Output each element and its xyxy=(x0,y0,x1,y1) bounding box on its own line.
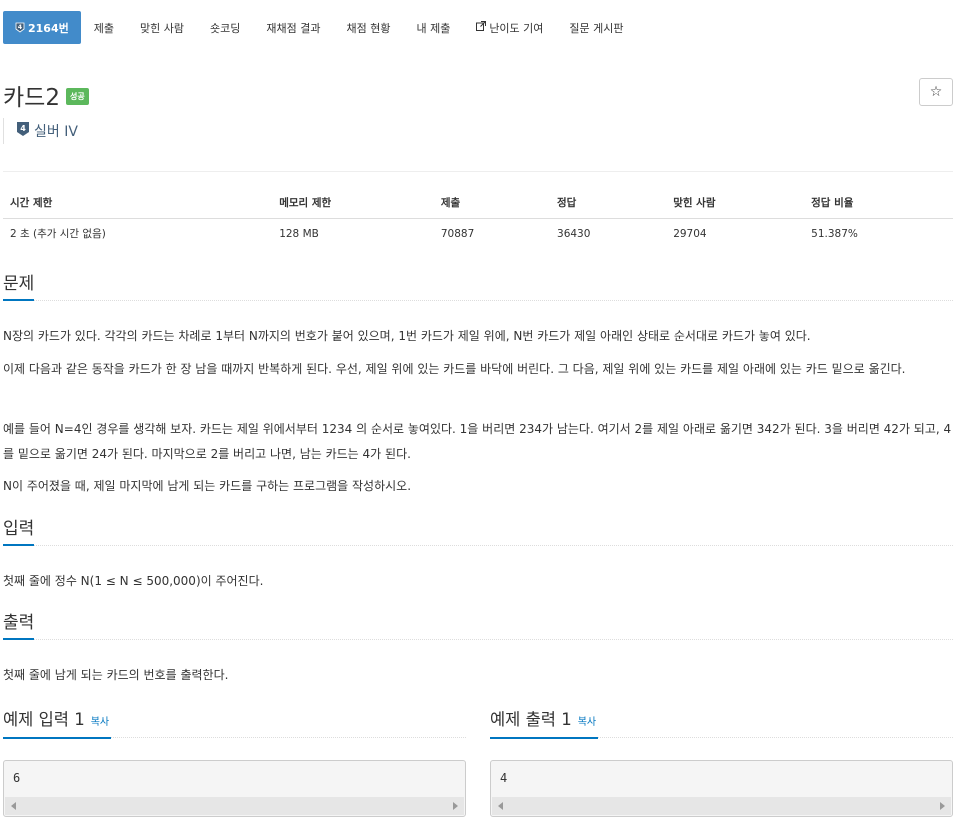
sample-input-heading: 예제 입력 1 복사 xyxy=(3,708,112,739)
input-section-header: 입력 xyxy=(3,518,953,546)
description-section-header: 문제 xyxy=(3,273,953,301)
sample-input-box[interactable]: 6 xyxy=(3,760,466,817)
tier-silver-icon: 4 xyxy=(16,121,30,141)
tab-solved-users-label: 맞힌 사람 xyxy=(140,21,184,35)
tab-rejudge-results-label: 재채점 결과 xyxy=(266,21,321,35)
tab-my-submissions[interactable]: 내 제출 xyxy=(403,11,463,44)
output-description: 첫째 줄에 남게 되는 카드의 번호를 출력한다. xyxy=(3,668,229,682)
svg-text:4: 4 xyxy=(18,24,22,31)
output-title: 출력 xyxy=(3,612,35,640)
problem-info-table: 시간 제한 메모리 제한 제출 정답 맞힌 사람 정답 비율 2 초 (추가 시… xyxy=(3,188,953,249)
problem-nav-tabs: 4 2164번 제출 맞힌 사람 숏코딩 재채점 결과 채점 현황 내 제출 난… xyxy=(3,11,637,44)
tab-difficulty-contribution[interactable]: 난이도 기여 xyxy=(463,11,556,44)
tier-indicator: 4 실버 IV xyxy=(3,118,78,144)
tab-question-board[interactable]: 질문 게시판 xyxy=(556,11,636,44)
sample-output-panel: 예제 출력 1 복사 4 xyxy=(490,708,953,817)
tab-submit[interactable]: 제출 xyxy=(81,11,127,44)
tab-short-coding[interactable]: 숏코딩 xyxy=(197,11,253,44)
table-header-row: 시간 제한 메모리 제한 제출 정답 맞힌 사람 정답 비율 xyxy=(3,188,953,219)
description-paragraph: 이제 다음과 같은 동작을 카드가 한 장 남을 때까지 반복하게 된다. 우선… xyxy=(3,362,906,376)
scroll-left-icon[interactable] xyxy=(11,802,16,810)
copy-sample-output-button[interactable]: 복사 xyxy=(578,717,596,728)
header-accept-ratio: 정답 비율 xyxy=(804,188,953,219)
cell-accepted: 36430 xyxy=(557,227,591,240)
scroll-left-icon[interactable] xyxy=(498,802,503,810)
tab-question-board-label: 질문 게시판 xyxy=(569,21,624,35)
header-solved-users: 맞힌 사람 xyxy=(666,188,805,219)
scroll-right-icon[interactable] xyxy=(940,802,945,810)
cell-solved-users: 29704 xyxy=(673,227,707,240)
tab-difficulty-contribution-label: 난이도 기여 xyxy=(489,21,544,35)
cell-time-limit: 2 초 (추가 시간 없음) xyxy=(10,228,106,241)
tier-badge-icon: 4 xyxy=(15,22,25,33)
cell-submissions: 70887 xyxy=(440,227,475,240)
tab-judge-status-label: 채점 현황 xyxy=(346,21,391,35)
sample-output-value: 4 xyxy=(500,771,508,785)
sample-output-header: 예제 출력 1 복사 xyxy=(490,708,953,739)
cell-memory-limit: 128 MB xyxy=(279,227,319,240)
status-badge: 성공 xyxy=(65,87,89,105)
tab-problem-label: 2164번 xyxy=(28,21,69,35)
divider xyxy=(3,171,953,172)
sample-output-box[interactable]: 4 xyxy=(490,760,953,817)
header-time-limit: 시간 제한 xyxy=(3,188,273,219)
external-link-icon xyxy=(476,21,487,34)
input-description: 첫째 줄에 정수 N(1 ≤ N ≤ 500,000)이 주어진다. xyxy=(3,574,264,588)
tab-submit-label: 제출 xyxy=(93,21,114,35)
description-paragraph: 예를 들어 N=4인 경우를 생각해 보자. 카드는 제일 위에서부터 1234… xyxy=(3,422,952,461)
description-paragraph: N이 주어졌을 때, 제일 마지막에 남게 되는 카드를 구하는 프로그램을 작… xyxy=(3,479,412,493)
sample-input-panel: 예제 입력 1 복사 6 xyxy=(3,708,466,817)
star-icon: ☆ xyxy=(929,84,943,100)
tier-label: 실버 IV xyxy=(34,124,78,140)
problem-title-row: 카드2 성공 xyxy=(3,78,89,112)
problem-title: 카드2 xyxy=(3,85,60,111)
description-paragraph: N장의 카드가 있다. 각각의 카드는 차례로 1부터 N까지의 번호가 붙어 … xyxy=(3,329,811,343)
output-section-header: 출력 xyxy=(3,612,953,640)
table-row: 2 초 (추가 시간 없음) 128 MB 70887 36430 29704 … xyxy=(3,218,953,249)
input-title: 입력 xyxy=(3,518,35,546)
tier-number: 4 xyxy=(20,124,26,133)
sample-output-heading: 예제 출력 1 복사 xyxy=(490,708,599,739)
cell-accept-ratio: 51.387% xyxy=(811,227,858,240)
tab-solved-users[interactable]: 맞힌 사람 xyxy=(127,11,197,44)
header-submissions: 제출 xyxy=(433,188,551,219)
horizontal-scrollbar[interactable] xyxy=(5,797,464,815)
sample-input-header: 예제 입력 1 복사 xyxy=(3,708,466,739)
description-title: 문제 xyxy=(3,273,35,301)
header-accepted: 정답 xyxy=(550,188,667,219)
header-memory-limit: 메모리 제한 xyxy=(272,188,434,219)
copy-sample-input-button[interactable]: 복사 xyxy=(91,717,109,728)
sample-output-title: 예제 출력 1 xyxy=(490,710,572,729)
scroll-right-icon[interactable] xyxy=(453,802,458,810)
tab-problem[interactable]: 4 2164번 xyxy=(3,11,81,44)
star-button[interactable]: ☆ xyxy=(919,78,953,106)
horizontal-scrollbar[interactable] xyxy=(492,797,951,815)
tab-my-submissions-label: 내 제출 xyxy=(416,21,451,35)
tab-short-coding-label: 숏코딩 xyxy=(209,21,241,35)
sample-input-title: 예제 입력 1 xyxy=(3,710,85,729)
sample-input-value: 6 xyxy=(13,771,21,785)
tab-judge-status[interactable]: 채점 현황 xyxy=(333,11,403,44)
tab-rejudge-results[interactable]: 재채점 결과 xyxy=(253,11,333,44)
